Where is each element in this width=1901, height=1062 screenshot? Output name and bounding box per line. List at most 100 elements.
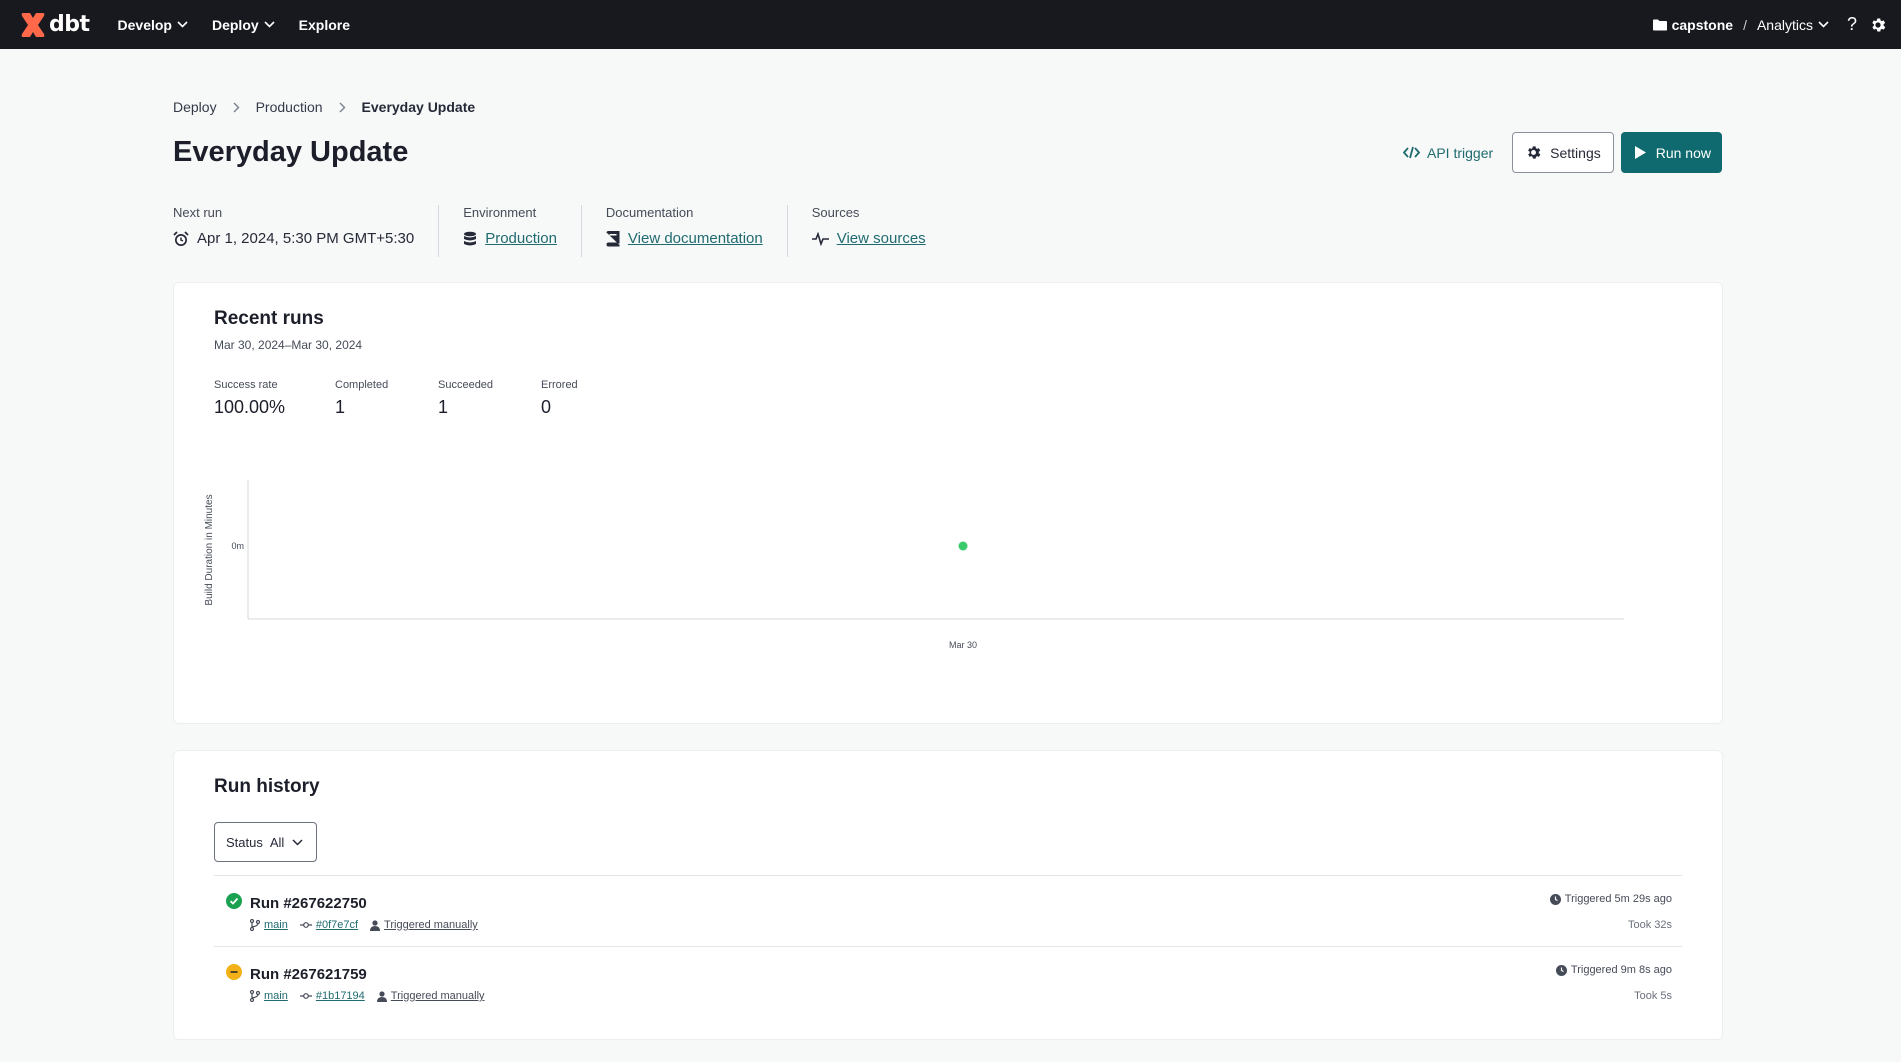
stat-label: Success rate: [214, 379, 278, 391]
git-branch-icon: [250, 919, 260, 931]
stat-value: 1: [438, 397, 449, 417]
stat-succeeded: Succeeded 1: [438, 379, 541, 418]
run-commit: #1b17194: [299, 990, 365, 1002]
stat-value: 100.00%: [214, 397, 286, 417]
git-branch-icon: [250, 990, 260, 1002]
clock-icon: [1549, 893, 1561, 905]
dbt-logo[interactable]: dbt: [20, 0, 90, 49]
next-run-value: Apr 1, 2024, 5:30 PM GMT+5:30: [197, 230, 415, 247]
breadcrumb: Deploy Production Everyday Update: [173, 99, 475, 115]
branch-link[interactable]: main: [264, 990, 288, 1002]
api-trigger-button[interactable]: API trigger: [1403, 145, 1493, 161]
branch-link[interactable]: main: [264, 919, 288, 931]
gear-icon: [1528, 146, 1541, 159]
documentation-label: Documentation: [605, 205, 694, 220]
api-trigger-label: API trigger: [1427, 144, 1494, 161]
code-icon: [1403, 146, 1420, 159]
run-triggered-time: Triggered 9m 8s ago: [1555, 964, 1672, 976]
documentation-link[interactable]: View documentation: [628, 230, 763, 247]
run-triggered-time: Triggered 5m 29s ago: [1549, 893, 1672, 905]
nav-deploy[interactable]: Deploy: [212, 17, 275, 33]
data-point[interactable]: [958, 541, 968, 551]
run-name[interactable]: Run #267622750: [250, 895, 367, 912]
nav-develop[interactable]: Develop: [118, 17, 188, 33]
commit-link[interactable]: #1b17194: [316, 990, 365, 1002]
run-row[interactable]: Run #267622750 main #0f7e7cf Triggered m…: [214, 876, 1682, 947]
run-now-label: Run now: [1655, 144, 1711, 161]
run-trigger-source: Triggered manually: [376, 990, 485, 1002]
settings-gear-icon[interactable]: [1869, 16, 1887, 34]
nav-explore-label: Explore: [298, 16, 351, 33]
chevron-right-icon: [339, 102, 346, 113]
alarm-clock-icon: [173, 230, 189, 246]
build-duration-chart: Build Duration in Minutes 0m Mar 30: [204, 480, 1624, 650]
environment-selector[interactable]: Analytics: [1757, 17, 1829, 33]
run-row[interactable]: Run #267621759 main #1b17194 Triggered m…: [214, 947, 1682, 1018]
stat-label: Succeeded: [438, 379, 494, 391]
run-stats: Success rate 100.00% Completed 1 Succeed…: [214, 379, 601, 418]
status-filter-dropdown[interactable]: Status All: [214, 822, 317, 862]
run-now-button[interactable]: Run now: [1620, 132, 1722, 173]
environment-info: Environment Production: [438, 205, 581, 257]
stat-success-rate: Success rate 100.00%: [214, 379, 335, 418]
stat-value: 1: [335, 397, 346, 417]
database-icon: [464, 231, 477, 245]
run-meta: main #1b17194 Triggered manually: [250, 990, 497, 1002]
project-selector[interactable]: capstone: [1652, 16, 1734, 33]
top-nav: dbt Develop Deploy Explore capstone / An…: [0, 0, 1901, 49]
recent-runs-date-range: Mar 30, 2024–Mar 30, 2024: [214, 338, 363, 352]
commit-link[interactable]: #0f7e7cf: [316, 919, 358, 931]
triggered-ago: Triggered 5m 29s ago: [1564, 893, 1672, 905]
triggered-ago: Triggered 9m 8s ago: [1570, 964, 1672, 976]
breadcrumb-production[interactable]: Production: [256, 99, 323, 115]
stat-completed: Completed 1: [335, 379, 438, 418]
run-list: Run #267622750 main #0f7e7cf Triggered m…: [214, 875, 1682, 1018]
stat-value: 0: [541, 397, 552, 417]
stat-label: Errored: [541, 379, 578, 391]
nav-explore[interactable]: Explore: [299, 17, 350, 33]
run-trigger-source: Triggered manually: [370, 919, 478, 931]
breadcrumb-deploy[interactable]: Deploy: [173, 99, 217, 115]
run-name[interactable]: Run #267621759: [250, 966, 367, 983]
stat-label: Completed: [335, 379, 389, 391]
y-axis-label: Build Duration in Minutes: [204, 494, 215, 605]
next-run: Next run Apr 1, 2024, 5:30 PM GMT+5:30: [173, 205, 438, 257]
run-duration: Took 32s: [1627, 919, 1672, 931]
trigger-link[interactable]: Triggered manually: [391, 990, 485, 1002]
recent-runs-title: Recent runs: [214, 308, 324, 329]
chevron-down-icon: [1818, 21, 1829, 28]
status-filter-value: All: [269, 834, 285, 850]
nav-right: capstone / Analytics ?: [1652, 0, 1887, 49]
page-title: Everyday Update: [173, 136, 409, 168]
settings-label: Settings: [1550, 144, 1601, 161]
project-separator: /: [1743, 16, 1747, 33]
chevron-down-icon: [292, 838, 303, 846]
status-filter-label: Status: [226, 834, 263, 850]
logo-text: dbt: [49, 12, 90, 37]
environment-name: Analytics: [1756, 16, 1813, 33]
run-meta: main #0f7e7cf Triggered manually: [250, 919, 490, 931]
sources-link[interactable]: View sources: [837, 230, 926, 247]
git-commit-icon: [299, 922, 312, 928]
pulse-icon: [811, 231, 829, 246]
run-commit: #0f7e7cf: [299, 919, 358, 931]
chevron-down-icon: [264, 21, 275, 28]
settings-button[interactable]: Settings: [1512, 132, 1614, 173]
project-name: capstone: [1671, 16, 1734, 33]
y-tick-label: 0m: [231, 541, 244, 551]
play-icon: [1634, 146, 1646, 159]
trigger-link[interactable]: Triggered manually: [384, 919, 478, 931]
next-run-label: Next run: [173, 205, 223, 220]
environment-value-wrap: Production: [463, 230, 557, 247]
run-history-title: Run history: [214, 776, 320, 797]
nav-deploy-label: Deploy: [211, 16, 259, 33]
chevron-down-icon: [177, 21, 188, 28]
chevron-right-icon: [233, 102, 240, 113]
sources-label: Sources: [811, 205, 860, 220]
help-icon[interactable]: ?: [1847, 14, 1857, 35]
environment-label: Environment: [463, 205, 537, 220]
user-icon: [376, 990, 387, 1002]
environment-link[interactable]: Production: [485, 230, 557, 247]
folder-icon: [1652, 19, 1667, 30]
run-duration: Took 5s: [1634, 990, 1672, 1002]
